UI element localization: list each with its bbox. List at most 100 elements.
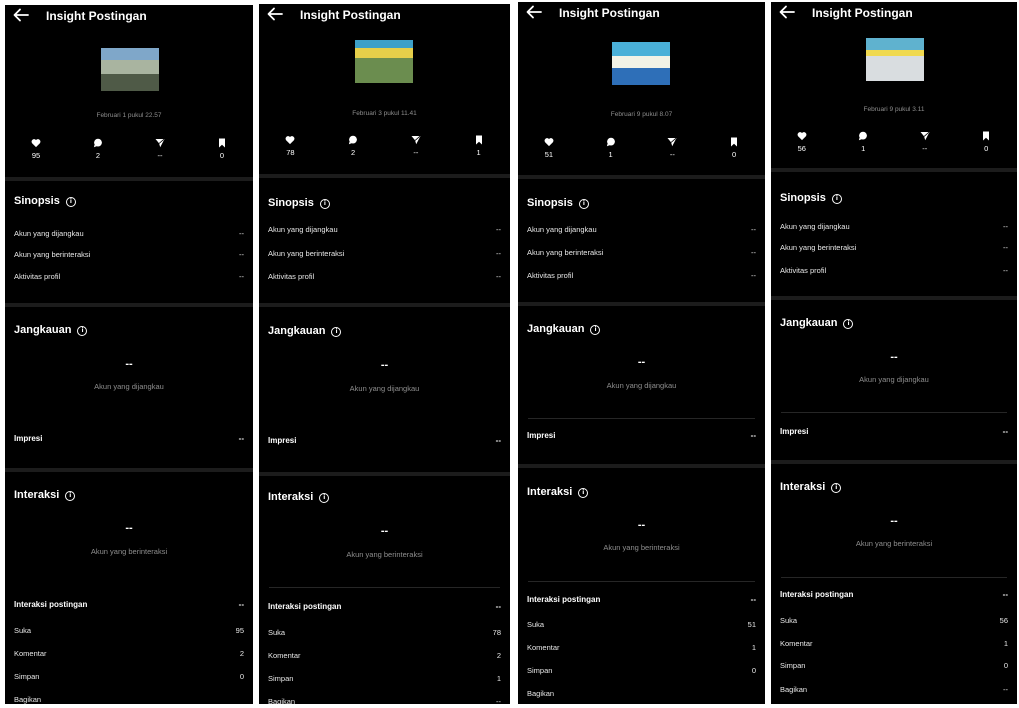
info-icon[interactable]: i bbox=[319, 493, 330, 503]
back-button[interactable] bbox=[779, 5, 795, 19]
info-icon[interactable]: i bbox=[331, 327, 342, 337]
header: Insight Postingan bbox=[518, 2, 765, 26]
synopsis-row-label: Aktivitas profil bbox=[268, 272, 315, 281]
thumbnail-band bbox=[866, 38, 924, 50]
section-separator bbox=[5, 303, 253, 307]
section-separator bbox=[518, 302, 765, 306]
info-icon[interactable]: i bbox=[831, 483, 842, 493]
section-title-interaksi: Interaksi i bbox=[527, 486, 589, 498]
page-title: Insight Postingan bbox=[559, 6, 660, 20]
arrow-left-icon bbox=[13, 8, 29, 22]
section-separator bbox=[771, 460, 1017, 464]
thumbnail-band bbox=[101, 60, 159, 74]
post-thumbnail[interactable] bbox=[101, 48, 159, 91]
section-separator bbox=[518, 175, 765, 179]
synopsis-row-label: Akun yang berinteraksi bbox=[268, 249, 345, 258]
back-button[interactable] bbox=[526, 5, 542, 19]
info-icon[interactable]: i bbox=[319, 199, 330, 209]
header: Insight Postingan bbox=[771, 2, 1017, 26]
reach-value: -- bbox=[380, 359, 389, 371]
section-title-text: Sinopsis bbox=[527, 197, 573, 209]
arrow-left-icon bbox=[526, 5, 542, 19]
stat-value: 51 bbox=[544, 150, 554, 159]
back-button[interactable] bbox=[13, 8, 29, 22]
info-icon[interactable]: i bbox=[578, 488, 589, 498]
post-date: Februari 9 pukul 8.07 bbox=[610, 111, 673, 118]
info-icon[interactable]: i bbox=[843, 319, 854, 329]
interaction-row-value: -- bbox=[1003, 685, 1008, 694]
synopsis-row-label: Akun yang dijangkau bbox=[527, 225, 597, 234]
thumbnail-band bbox=[612, 68, 670, 85]
stat-likes: 95 bbox=[16, 138, 56, 160]
interaction-row-value: 56 bbox=[999, 616, 1008, 625]
reach-value: -- bbox=[890, 351, 898, 363]
stat-value: 2 bbox=[351, 148, 356, 157]
section-title-sinopsis: Sinopsis i bbox=[780, 192, 842, 204]
interaction-caption: Akun yang berinteraksi bbox=[346, 550, 423, 559]
synopsis-row-label: Aktivitas profil bbox=[527, 271, 574, 280]
section-title-jangkauan: Jangkauan i bbox=[527, 323, 601, 335]
section-separator bbox=[518, 464, 765, 468]
stat-likes: 78 bbox=[270, 135, 310, 157]
section-title-jangkauan: Jangkauan i bbox=[780, 317, 854, 329]
synopsis-row-value: -- bbox=[496, 249, 501, 258]
post-interactions-value: -- bbox=[1002, 590, 1008, 599]
page-title: Insight Postingan bbox=[812, 6, 913, 20]
post-thumbnail[interactable] bbox=[612, 42, 670, 85]
stat-icon bbox=[396, 135, 436, 145]
section-title-sinopsis: Sinopsis i bbox=[268, 197, 330, 209]
header: Insight Postingan bbox=[259, 4, 510, 28]
arrow-left-icon bbox=[267, 7, 283, 21]
stat-value: 0 bbox=[984, 144, 989, 153]
info-icon[interactable]: i bbox=[77, 326, 88, 336]
stat-shares: -- bbox=[652, 137, 692, 159]
impressions-value: -- bbox=[495, 436, 501, 445]
section-title-interaksi: Interaksi i bbox=[780, 481, 842, 493]
synopsis-row-value: -- bbox=[751, 248, 756, 257]
interaction-value: -- bbox=[637, 519, 646, 531]
stat-icon bbox=[782, 131, 822, 141]
insight-composite: { "panels": [ {"header":{"title":"Insigh… bbox=[0, 0, 1019, 708]
bookmark-icon bbox=[981, 131, 991, 141]
section-separator bbox=[259, 174, 510, 178]
impressions-label: Impresi bbox=[268, 436, 297, 445]
synopsis-row-value: -- bbox=[751, 271, 756, 280]
stat-icon bbox=[16, 138, 56, 148]
synopsis-row-value: -- bbox=[239, 250, 244, 259]
info-icon[interactable]: i bbox=[590, 325, 601, 335]
divider bbox=[781, 412, 1007, 413]
synopsis-row-value: -- bbox=[751, 225, 756, 234]
interaction-row-value: 2 bbox=[239, 649, 244, 658]
info-icon[interactable]: i bbox=[578, 199, 589, 209]
interaction-row-value: 0 bbox=[1003, 661, 1008, 670]
section-title-text: Sinopsis bbox=[268, 197, 314, 209]
interaction-row-label: Simpan bbox=[268, 674, 294, 683]
info-icon[interactable]: i bbox=[65, 197, 76, 207]
thumbnail-band bbox=[101, 48, 159, 60]
stat-likes: 56 bbox=[782, 131, 822, 153]
synopsis-row-label: Akun yang berinteraksi bbox=[780, 243, 857, 252]
synopsis-row-label: Akun yang dijangkau bbox=[268, 225, 338, 234]
stat-value: -- bbox=[157, 151, 163, 160]
stat-icon bbox=[459, 135, 499, 145]
interaction-row-value: 78 bbox=[492, 628, 501, 637]
stat-value: 0 bbox=[219, 151, 225, 160]
heart-icon bbox=[285, 135, 295, 145]
interaction-row-value: 2 bbox=[496, 651, 501, 660]
post-thumbnail[interactable] bbox=[355, 40, 413, 83]
back-button[interactable] bbox=[267, 7, 283, 21]
stat-icon bbox=[652, 137, 692, 147]
heart-icon bbox=[797, 131, 807, 141]
send-icon bbox=[667, 137, 677, 147]
info-icon[interactable]: i bbox=[831, 194, 842, 204]
info-icon[interactable]: i bbox=[65, 491, 76, 501]
stat-value: 56 bbox=[797, 144, 806, 153]
stat-shares: -- bbox=[396, 135, 436, 157]
synopsis-row-label: Akun yang berinteraksi bbox=[14, 250, 91, 259]
divider bbox=[528, 581, 755, 582]
post-thumbnail[interactable] bbox=[866, 38, 924, 81]
bookmark-icon bbox=[729, 137, 739, 147]
stat-comments: 1 bbox=[843, 131, 883, 153]
interaction-row-value: 1 bbox=[1003, 639, 1008, 648]
synopsis-row-label: Akun yang dijangkau bbox=[780, 222, 850, 231]
